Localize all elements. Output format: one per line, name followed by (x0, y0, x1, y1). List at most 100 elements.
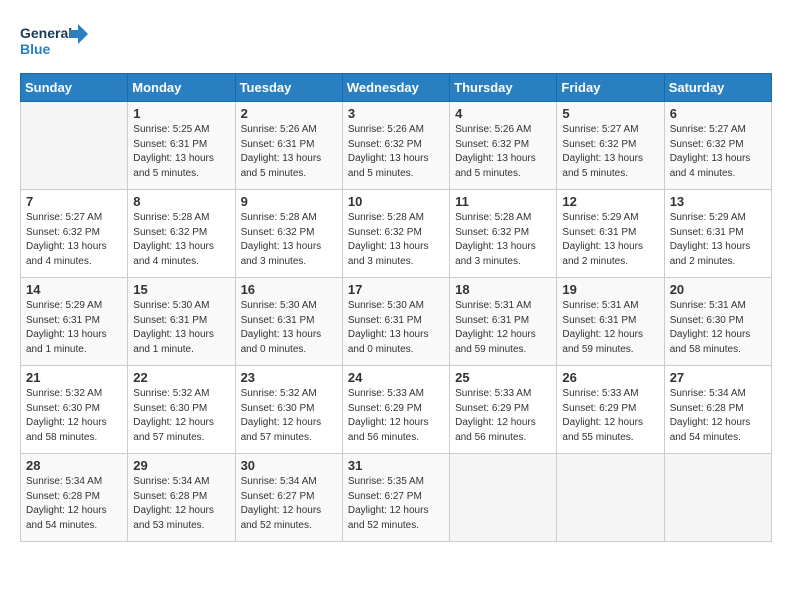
calendar-cell: 7Sunrise: 5:27 AM Sunset: 6:32 PM Daylig… (21, 190, 128, 278)
day-content: Sunrise: 5:34 AM Sunset: 6:27 PM Dayligh… (241, 475, 337, 533)
day-number: 21 (26, 370, 122, 385)
day-number: 1 (133, 106, 229, 121)
day-number: 9 (241, 194, 337, 209)
day-number: 14 (26, 282, 122, 297)
calendar-cell: 13 Sunrise: 5:29 AM Sunset: 6:31 PM Dayli… (664, 190, 771, 278)
calendar-cell (21, 102, 128, 190)
day-number: 6 (670, 106, 766, 121)
header-friday: Friday (557, 74, 664, 102)
calendar-cell: 6 Sunrise: 5:27 AM Sunset: 6:32 PM Daylig… (664, 102, 771, 190)
day-content: Sunrise: 5:25 AM Sunset: 6:31 PM Dayligh… (133, 123, 229, 181)
day-number: 30 (241, 458, 337, 473)
day-content: Sunrise: 5:30 AM Sunset: 6:31 PM Dayligh… (241, 299, 337, 357)
day-number: 10 (348, 194, 444, 209)
calendar-cell: 5 Sunrise: 5:27 AM Sunset: 6:32 PM Daylig… (557, 102, 664, 190)
day-content: Sunrise: 5:31 AM Sunset: 6:31 PM Dayligh… (455, 299, 551, 357)
calendar-cell: 14 Sunrise: 5:29 AM Sunset: 6:31 PM Dayli… (21, 278, 128, 366)
header-sunday: Sunday (21, 74, 128, 102)
calendar-cell (664, 454, 771, 542)
day-content: Sunrise: 5:30 AM Sunset: 6:31 PM Dayligh… (133, 299, 229, 357)
logo-svg: General Blue (20, 20, 90, 65)
day-content: Sunrise: 5:27 AM Sunset: 6:32 PM Dayligh… (562, 123, 658, 181)
day-number: 8 (133, 194, 229, 209)
calendar-table: SundayMondayTuesdayWednesdayThursdayFrid… (20, 73, 772, 542)
calendar-cell: 22Sunrise: 5:32 AM Sunset: 6:30 PM Dayli… (128, 366, 235, 454)
header-monday: Monday (128, 74, 235, 102)
day-content: Sunrise: 5:33 AM Sunset: 6:29 PM Dayligh… (562, 387, 658, 445)
calendar-cell (557, 454, 664, 542)
calendar-cell: 10 Sunrise: 5:28 AM Sunset: 6:32 PM Dayli… (342, 190, 449, 278)
calendar-cell: 17 Sunrise: 5:30 AM Sunset: 6:31 PM Dayli… (342, 278, 449, 366)
calendar-cell: 21 Sunrise: 5:32 AM Sunset: 6:30 PM Dayli… (21, 366, 128, 454)
calendar-cell (450, 454, 557, 542)
header-row: SundayMondayTuesdayWednesdayThursdayFrid… (21, 74, 772, 102)
calendar-cell: 12 Sunrise: 5:29 AM Sunset: 6:31 PM Dayli… (557, 190, 664, 278)
calendar-cell: 18Sunrise: 5:31 AM Sunset: 6:31 PM Dayli… (450, 278, 557, 366)
day-number: 7 (26, 194, 122, 209)
svg-text:Blue: Blue (20, 41, 51, 57)
calendar-cell: 23 Sunrise: 5:32 AM Sunset: 6:30 PM Dayli… (235, 366, 342, 454)
day-number: 24 (348, 370, 444, 385)
header-wednesday: Wednesday (342, 74, 449, 102)
day-number: 17 (348, 282, 444, 297)
day-content: Sunrise: 5:31 AM Sunset: 6:30 PM Dayligh… (670, 299, 766, 357)
calendar-cell: 19Sunrise: 5:31 AM Sunset: 6:31 PM Dayli… (557, 278, 664, 366)
calendar-cell: 15 Sunrise: 5:30 AM Sunset: 6:31 PM Dayli… (128, 278, 235, 366)
day-number: 20 (670, 282, 766, 297)
calendar-cell: 24Sunrise: 5:33 AM Sunset: 6:29 PM Dayli… (342, 366, 449, 454)
day-content: Sunrise: 5:28 AM Sunset: 6:32 PM Dayligh… (133, 211, 229, 269)
day-content: Sunrise: 5:26 AM Sunset: 6:31 PM Dayligh… (241, 123, 337, 181)
header-saturday: Saturday (664, 74, 771, 102)
calendar-cell: 3 Sunrise: 5:26 AM Sunset: 6:32 PM Daylig… (342, 102, 449, 190)
day-number: 28 (26, 458, 122, 473)
calendar-cell: 9 Sunrise: 5:28 AM Sunset: 6:32 PM Daylig… (235, 190, 342, 278)
day-number: 23 (241, 370, 337, 385)
day-number: 25 (455, 370, 551, 385)
calendar-cell: 11 Sunrise: 5:28 AM Sunset: 6:32 PM Dayli… (450, 190, 557, 278)
day-content: Sunrise: 5:29 AM Sunset: 6:31 PM Dayligh… (26, 299, 122, 357)
day-content: Sunrise: 5:26 AM Sunset: 6:32 PM Dayligh… (348, 123, 444, 181)
day-content: Sunrise: 5:28 AM Sunset: 6:32 PM Dayligh… (241, 211, 337, 269)
week-row-0: 1 Sunrise: 5:25 AM Sunset: 6:31 PM Daylig… (21, 102, 772, 190)
day-number: 15 (133, 282, 229, 297)
day-number: 26 (562, 370, 658, 385)
day-number: 12 (562, 194, 658, 209)
day-content: Sunrise: 5:30 AM Sunset: 6:31 PM Dayligh… (348, 299, 444, 357)
header-tuesday: Tuesday (235, 74, 342, 102)
calendar-cell: 28 Sunrise: 5:34 AM Sunset: 6:28 PM Dayli… (21, 454, 128, 542)
calendar-cell: 27Sunrise: 5:34 AM Sunset: 6:28 PM Dayli… (664, 366, 771, 454)
page-header: General Blue (20, 20, 772, 65)
day-content: Sunrise: 5:27 AM Sunset: 6:32 PM Dayligh… (670, 123, 766, 181)
day-number: 11 (455, 194, 551, 209)
week-row-2: 14 Sunrise: 5:29 AM Sunset: 6:31 PM Dayli… (21, 278, 772, 366)
calendar-cell: 30 Sunrise: 5:34 AM Sunset: 6:27 PM Dayli… (235, 454, 342, 542)
day-number: 27 (670, 370, 766, 385)
day-number: 19 (562, 282, 658, 297)
day-number: 3 (348, 106, 444, 121)
day-number: 2 (241, 106, 337, 121)
week-row-4: 28 Sunrise: 5:34 AM Sunset: 6:28 PM Dayli… (21, 454, 772, 542)
day-content: Sunrise: 5:34 AM Sunset: 6:28 PM Dayligh… (133, 475, 229, 533)
header-thursday: Thursday (450, 74, 557, 102)
calendar-cell: 20 Sunrise: 5:31 AM Sunset: 6:30 PM Dayli… (664, 278, 771, 366)
day-content: Sunrise: 5:32 AM Sunset: 6:30 PM Dayligh… (241, 387, 337, 445)
day-content: Sunrise: 5:33 AM Sunset: 6:29 PM Dayligh… (455, 387, 551, 445)
day-number: 29 (133, 458, 229, 473)
day-content: Sunrise: 5:29 AM Sunset: 6:31 PM Dayligh… (670, 211, 766, 269)
day-content: Sunrise: 5:26 AM Sunset: 6:32 PM Dayligh… (455, 123, 551, 181)
day-number: 4 (455, 106, 551, 121)
day-content: Sunrise: 5:28 AM Sunset: 6:32 PM Dayligh… (348, 211, 444, 269)
day-content: Sunrise: 5:29 AM Sunset: 6:31 PM Dayligh… (562, 211, 658, 269)
day-content: Sunrise: 5:28 AM Sunset: 6:32 PM Dayligh… (455, 211, 551, 269)
week-row-3: 21 Sunrise: 5:32 AM Sunset: 6:30 PM Dayli… (21, 366, 772, 454)
day-content: Sunrise: 5:34 AM Sunset: 6:28 PM Dayligh… (26, 475, 122, 533)
day-number: 5 (562, 106, 658, 121)
week-row-1: 7Sunrise: 5:27 AM Sunset: 6:32 PM Daylig… (21, 190, 772, 278)
svg-text:General: General (20, 25, 72, 41)
logo: General Blue (20, 20, 90, 65)
day-content: Sunrise: 5:32 AM Sunset: 6:30 PM Dayligh… (26, 387, 122, 445)
day-number: 13 (670, 194, 766, 209)
day-content: Sunrise: 5:35 AM Sunset: 6:27 PM Dayligh… (348, 475, 444, 533)
calendar-cell: 8 Sunrise: 5:28 AM Sunset: 6:32 PM Daylig… (128, 190, 235, 278)
calendar-cell: 25 Sunrise: 5:33 AM Sunset: 6:29 PM Dayli… (450, 366, 557, 454)
